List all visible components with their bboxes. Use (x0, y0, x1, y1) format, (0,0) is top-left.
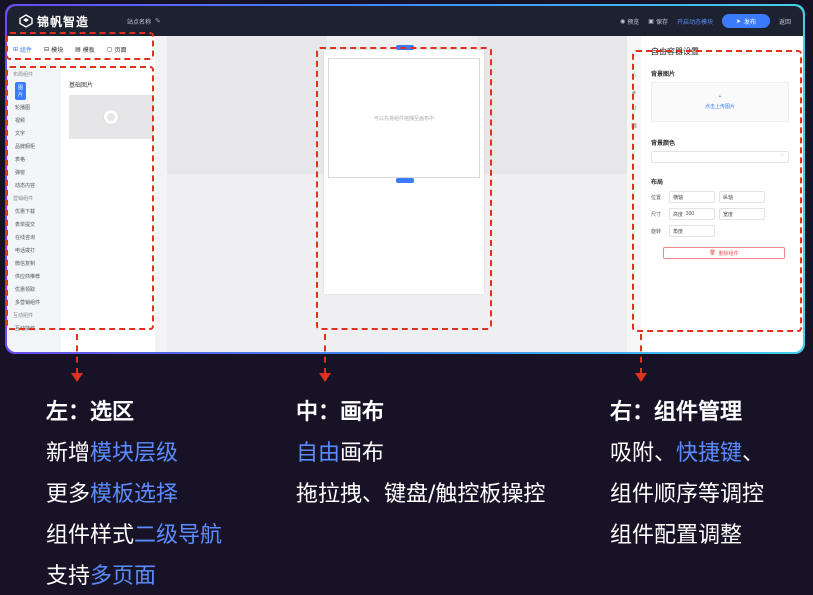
caption-middle-heading: 中：画布 (296, 400, 385, 425)
caption-line: 更多模板选择 (46, 482, 179, 507)
annotation-box-middle (316, 47, 492, 330)
brand-logo[interactable]: 锦帆智造 (19, 13, 89, 30)
eye-icon: ◉ (620, 18, 626, 25)
dynamic-module-toggle[interactable]: 开启动态模块 (677, 17, 713, 26)
site-name[interactable]: 站点名称 ✎ (127, 17, 161, 26)
caption-middle: 中：画布 自由画布 拖拉拽、键盘/触控板操控 (296, 392, 545, 515)
caption-line: 吸附、快捷键、 (610, 441, 765, 466)
annotation-arrowhead-right (635, 373, 647, 382)
annotation-arrow-right (640, 334, 642, 374)
save-button[interactable]: ▣ 保存 (648, 17, 668, 26)
canvas-margin-right (477, 36, 627, 174)
annotation-arrow-left (76, 334, 78, 374)
caption-left: 左：选区 新增模块层级 更多模板选择 组件样式二级导航 支持多页面 (46, 392, 222, 595)
annotation-box-tabs (6, 32, 154, 60)
caption-right: 右：组件管理 吸附、快捷键、 组件顺序等调控 组件配置调整 (610, 392, 764, 556)
save-icon: ▣ (648, 18, 654, 25)
site-name-label: 站点名称 (127, 19, 152, 26)
caption-line: 支持多页面 (46, 564, 157, 589)
caption-line: 组件顺序等调控 (610, 482, 765, 507)
brand-name: 锦帆智造 (37, 14, 90, 29)
top-actions: ◉ 预览 ▣ 保存 开启动态模块 ➤ 发布 返回 (620, 6, 791, 36)
edit-icon[interactable]: ✎ (155, 17, 161, 25)
annotation-box-left (6, 66, 154, 330)
preview-button[interactable]: ◉ 预览 (620, 17, 639, 26)
caption-right-heading: 右：组件管理 (610, 400, 743, 425)
caption-line: 组件配置调整 (610, 523, 743, 548)
caption-line: 自由画布 (296, 441, 385, 466)
send-icon: ➤ (735, 18, 741, 25)
annotation-arrowhead-left (71, 373, 83, 382)
brand-logo-icon (19, 14, 33, 28)
canvas-margin-left (167, 36, 327, 174)
publish-button[interactable]: ➤ 发布 (721, 14, 770, 28)
caption-line: 新增模块层级 (46, 441, 179, 466)
caption-left-heading: 左：选区 (46, 400, 135, 425)
annotation-arrowhead-middle (319, 373, 331, 382)
annotation-arrow-middle (324, 334, 326, 374)
annotation-box-right (632, 50, 802, 332)
caption-line: 组件样式二级导航 (46, 523, 223, 548)
back-button[interactable]: 返回 (779, 17, 791, 26)
caption-line: 拖拉拽、键盘/触控板操控 (296, 482, 546, 507)
